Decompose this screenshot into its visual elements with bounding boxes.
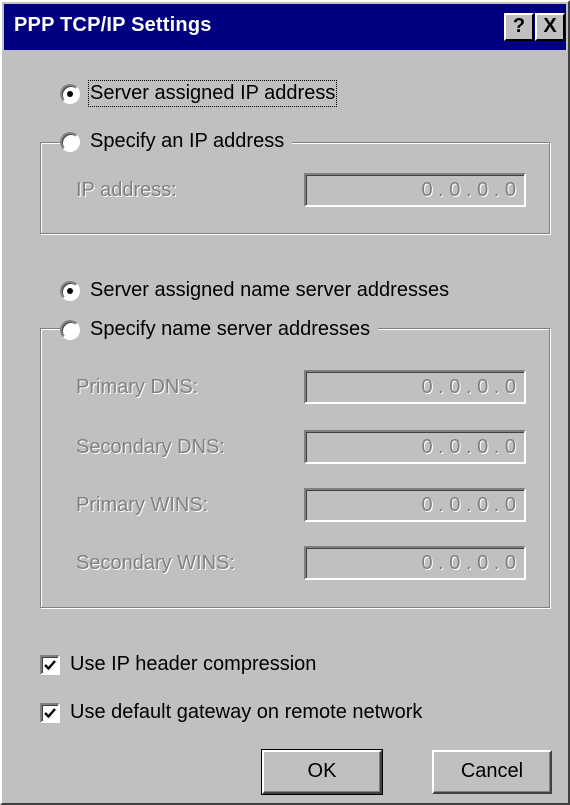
- secondary-wins-field[interactable]: 0 . 0 . 0 . 0: [304, 546, 526, 580]
- primary-wins-field[interactable]: 0 . 0 . 0 . 0: [304, 488, 526, 522]
- title-bar[interactable]: PPP TCP/IP Settings ? X: [4, 4, 566, 50]
- secondary-dns-label: Secondary DNS:: [76, 436, 225, 458]
- ok-button[interactable]: OK: [261, 749, 383, 795]
- secondary-wins-label: Secondary WINS:: [76, 552, 235, 574]
- secondary-dns-field[interactable]: 0 . 0 . 0 . 0: [304, 430, 526, 464]
- radio-label-specify-ip: Specify an IP address: [90, 130, 285, 152]
- radio-button-icon[interactable]: [60, 83, 80, 104]
- checkbox-label-default-gateway: Use default gateway on remote network: [70, 701, 423, 723]
- checkbox-checked-icon[interactable]: [40, 702, 60, 723]
- checkbox-header-compression[interactable]: Use IP header compression: [40, 653, 317, 676]
- primary-dns-field[interactable]: 0 . 0 . 0 . 0: [304, 370, 526, 404]
- close-button[interactable]: X: [535, 13, 565, 41]
- radio-specify-ip[interactable]: Specify an IP address: [60, 130, 293, 153]
- dialog-title: PPP TCP/IP Settings: [14, 14, 212, 36]
- checkbox-checked-icon[interactable]: [40, 654, 60, 675]
- radio-label-server-assigned-dns: Server assigned name server addresses: [90, 279, 450, 301]
- radio-button-icon[interactable]: [60, 131, 80, 152]
- radio-label-specify-dns: Specify name server addresses: [90, 318, 371, 340]
- radio-server-assigned-dns[interactable]: Server assigned name server addresses: [60, 279, 450, 302]
- help-button[interactable]: ?: [504, 13, 534, 41]
- checkbox-label-header-compression: Use IP header compression: [70, 653, 317, 675]
- checkbox-default-gateway[interactable]: Use default gateway on remote network: [40, 701, 423, 724]
- radio-server-assigned-ip[interactable]: Server assigned IP address: [60, 80, 338, 107]
- ip-address-field[interactable]: 0 . 0 . 0 . 0: [304, 173, 526, 207]
- radio-button-icon[interactable]: [60, 280, 80, 301]
- radio-button-icon[interactable]: [60, 319, 80, 340]
- radio-specify-dns[interactable]: Specify name server addresses: [60, 318, 379, 341]
- ppp-tcpip-settings-dialog: PPP TCP/IP Settings ? X Server assigned …: [0, 0, 570, 805]
- cancel-button[interactable]: Cancel: [432, 750, 552, 794]
- primary-wins-label: Primary WINS:: [76, 494, 209, 516]
- primary-dns-label: Primary DNS:: [76, 376, 199, 398]
- ip-address-label: IP address:: [76, 179, 177, 201]
- radio-label-server-assigned-ip: Server assigned IP address: [87, 80, 338, 107]
